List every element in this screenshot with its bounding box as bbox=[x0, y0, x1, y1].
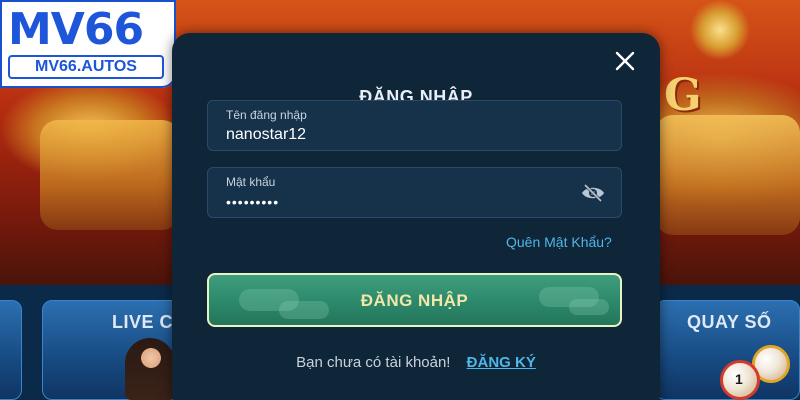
eye-slash-icon bbox=[582, 183, 604, 203]
username-label: Tên đăng nhập bbox=[226, 108, 307, 122]
game-card[interactable] bbox=[0, 300, 22, 400]
dealer-image bbox=[125, 338, 175, 400]
signup-link[interactable]: ĐĂNG KÝ bbox=[467, 354, 536, 371]
logo-domain: MV66.AUTOS bbox=[8, 55, 164, 79]
lottery-ball-number: 1 bbox=[735, 371, 743, 387]
signup-row: Bạn chưa có tài khoản! ĐĂNG KÝ bbox=[172, 354, 660, 371]
password-input[interactable]: ••••••••• bbox=[226, 194, 566, 210]
login-submit-button[interactable]: ĐĂNG NHẬP bbox=[207, 273, 622, 327]
toggle-password-visibility-button[interactable] bbox=[580, 183, 606, 203]
close-button[interactable] bbox=[612, 48, 638, 74]
username-input[interactable] bbox=[226, 126, 566, 144]
game-card-lottery-label: QUAY SỐ bbox=[687, 312, 772, 332]
signup-prompt: Bạn chưa có tài khoản! bbox=[296, 354, 451, 371]
close-icon bbox=[615, 51, 635, 71]
logo-text: MV66 bbox=[8, 4, 144, 55]
banner-letter: G bbox=[664, 70, 702, 121]
forgot-password-link[interactable]: Quên Mật Khẩu? bbox=[506, 234, 612, 250]
banner-decoration-left bbox=[40, 120, 180, 230]
login-button-label: ĐĂNG NHẬP bbox=[360, 291, 469, 310]
password-label: Mật khẩu bbox=[226, 175, 276, 189]
game-card-live-label: LIVE C bbox=[112, 312, 174, 332]
brand-logo[interactable]: MV66 MV66.AUTOS bbox=[0, 0, 176, 88]
banner-decoration-right bbox=[655, 115, 800, 235]
password-field[interactable]: Mật khẩu ••••••••• bbox=[207, 167, 622, 218]
username-field[interactable]: Tên đăng nhập bbox=[207, 100, 622, 151]
